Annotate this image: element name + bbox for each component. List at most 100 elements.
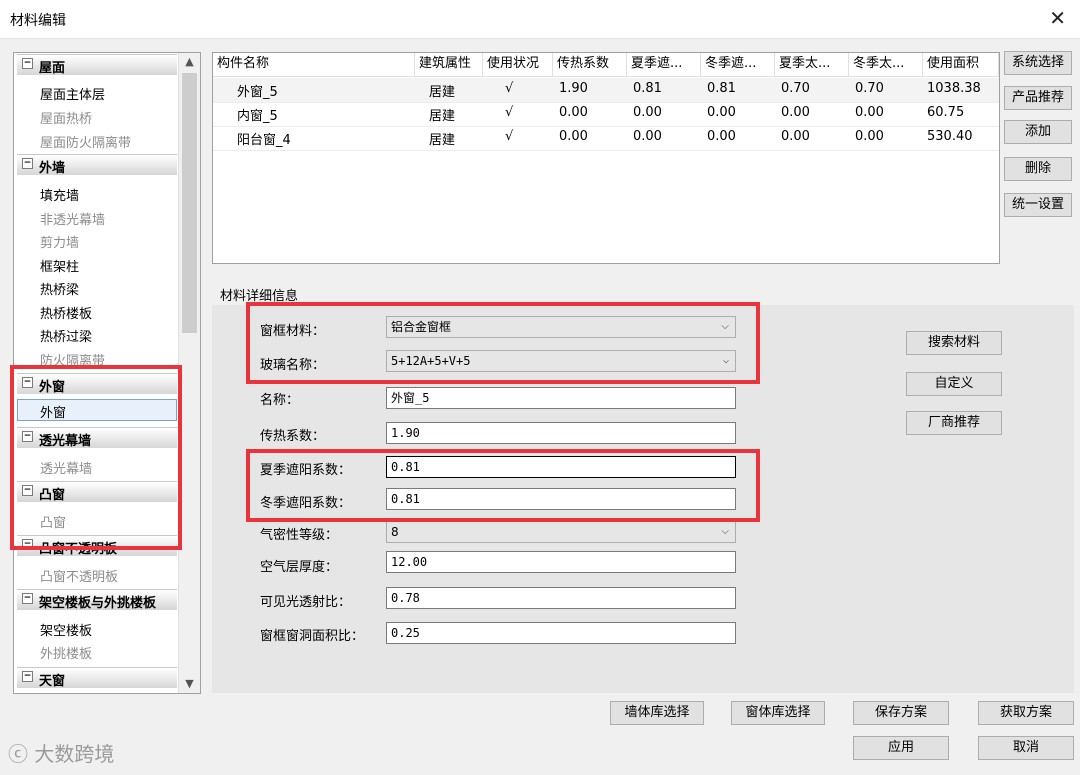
group-skylight[interactable]: − 天窗 bbox=[17, 667, 177, 689]
table-row[interactable]: 阳台窗_4 居建 √ 0.00 0.00 0.00 0.00 0.00 530.… bbox=[213, 126, 999, 151]
tree-item[interactable]: 热桥过梁 bbox=[40, 326, 92, 345]
winter-shade-label: 冬季遮阳系数： bbox=[260, 496, 352, 511]
group-bay-window[interactable]: − 凸窗 bbox=[17, 481, 177, 503]
frame-material-value: 铝合金窗框 bbox=[391, 320, 452, 334]
tree-item[interactable]: 外挑楼板 bbox=[40, 643, 92, 662]
product-recommend-button[interactable]: 产品推荐 bbox=[1004, 86, 1072, 110]
collapse-icon[interactable]: − bbox=[22, 593, 33, 604]
apply-button[interactable]: 应用 bbox=[853, 736, 949, 760]
cell-name: 内窗_5 bbox=[237, 109, 278, 124]
collapse-icon[interactable]: − bbox=[22, 431, 33, 442]
system-select-button[interactable]: 系统选择 bbox=[1004, 51, 1072, 75]
delete-button[interactable]: 删除 bbox=[1004, 157, 1072, 181]
add-button[interactable]: 添加 bbox=[1004, 120, 1072, 144]
tree-item[interactable]: 热桥楼板 bbox=[40, 303, 92, 322]
column-header[interactable]: 夏季遮... bbox=[627, 53, 701, 77]
column-header[interactable]: 冬季遮... bbox=[701, 53, 775, 77]
cell-name: 外窗_5 bbox=[237, 85, 278, 100]
tree-item[interactable]: 框架柱 bbox=[40, 256, 79, 275]
cell-summer-solar: 0.70 bbox=[781, 81, 810, 96]
column-header[interactable]: 使用状况 bbox=[483, 53, 553, 77]
column-header[interactable]: 冬季太... bbox=[849, 53, 923, 77]
get-plan-button[interactable]: 获取方案 bbox=[978, 701, 1074, 725]
scroll-up-icon[interactable]: ▲ bbox=[179, 53, 200, 71]
tree-item[interactable]: 凸窗 bbox=[40, 512, 66, 531]
frame-ratio-field[interactable]: 0.25 bbox=[386, 622, 736, 644]
group-label: 透光幕墙 bbox=[39, 434, 92, 449]
chevron-down-icon: ⌵ bbox=[721, 526, 729, 537]
tree-item-label: 外窗 bbox=[40, 406, 67, 421]
cell-u: 0.00 bbox=[559, 105, 588, 120]
collapse-icon[interactable]: − bbox=[22, 377, 33, 388]
tree-scrollbar[interactable]: ▲ ▼ bbox=[178, 53, 200, 693]
cell-status: √ bbox=[505, 81, 514, 96]
scroll-thumb[interactable] bbox=[182, 73, 197, 333]
summer-shade-field[interactable]: 0.81 bbox=[386, 456, 736, 478]
tree-item[interactable]: 凸窗不透明板 bbox=[40, 566, 118, 585]
unified-settings-button[interactable]: 统一设置 bbox=[1004, 193, 1072, 217]
tree-item[interactable]: 架空楼板 bbox=[40, 620, 92, 639]
winter-shade-field[interactable]: 0.81 bbox=[386, 488, 736, 510]
search-material-button[interactable]: 搜索材料 bbox=[906, 331, 1002, 355]
tree-item[interactable]: 防火隔离带 bbox=[40, 350, 105, 369]
collapse-icon[interactable]: − bbox=[22, 671, 33, 682]
group-label: 外墙 bbox=[39, 161, 66, 176]
cell-status: √ bbox=[505, 129, 514, 144]
group-window[interactable]: − 外窗 bbox=[17, 373, 177, 395]
air-layer-field[interactable]: 12.00 bbox=[386, 551, 736, 573]
tree-item-selected[interactable]: 外窗 bbox=[17, 399, 177, 421]
group-label: 凸窗 bbox=[39, 488, 66, 503]
component-table: 构件名称 建筑属性 使用状况 传热系数 夏季遮... 冬季遮... 夏季太...… bbox=[212, 52, 1000, 264]
frame-material-select[interactable]: 铝合金窗框 ⌵ bbox=[386, 316, 736, 338]
close-icon[interactable]: ✕ bbox=[1049, 6, 1066, 30]
table-row[interactable]: 外窗_5 居建 √ 1.90 0.81 0.81 0.70 0.70 1038.… bbox=[213, 78, 999, 103]
collapse-icon[interactable]: − bbox=[22, 539, 33, 550]
tree-item[interactable]: 非透光幕墙 bbox=[40, 209, 105, 228]
group-roof[interactable]: − 屋面 bbox=[17, 54, 177, 76]
visible-transmittance-field[interactable]: 0.78 bbox=[386, 587, 736, 609]
tree-item[interactable]: 屋面防火隔离带 bbox=[40, 132, 131, 151]
collapse-icon[interactable]: − bbox=[22, 485, 33, 496]
tree-item[interactable]: 屋面主体层 bbox=[40, 84, 105, 103]
group-label: 外窗 bbox=[39, 380, 66, 395]
category-tree: − 屋面 屋面主体层 屋面热桥 屋面防火隔离带 − 外墙 填充墙 非透光幕墙 剪力墙… bbox=[13, 52, 201, 694]
group-bay-panel[interactable]: − 凸窗不透明板 bbox=[17, 535, 177, 557]
group-overhang-floor[interactable]: − 架空楼板与外挑楼板 bbox=[17, 589, 177, 611]
cell-winter-shade: 0.81 bbox=[707, 81, 736, 96]
name-field[interactable]: 外窗_5 bbox=[386, 387, 736, 409]
frame-material-label: 窗框材料： bbox=[260, 324, 326, 339]
vendor-recommend-button[interactable]: 厂商推荐 bbox=[906, 411, 1002, 435]
table-row[interactable]: 内窗_5 居建 √ 0.00 0.00 0.00 0.00 0.00 60.75 bbox=[213, 102, 999, 127]
airtight-select[interactable]: 8 ⌵ bbox=[386, 521, 736, 543]
collapse-icon[interactable]: − bbox=[22, 58, 33, 69]
group-wall[interactable]: − 外墙 bbox=[17, 154, 177, 176]
save-plan-button[interactable]: 保存方案 bbox=[853, 701, 949, 725]
name-label: 名称： bbox=[260, 393, 300, 408]
tree-item[interactable]: 屋面热桥 bbox=[40, 108, 92, 127]
collapse-icon[interactable]: − bbox=[22, 158, 33, 169]
column-header[interactable]: 夏季太... bbox=[775, 53, 849, 77]
window-library-button[interactable]: 窗体库选择 bbox=[731, 701, 825, 725]
cell-summer-shade: 0.00 bbox=[633, 129, 662, 144]
glass-select[interactable]: 5+12A+5+V+5 ⌵ bbox=[386, 350, 736, 372]
u-field[interactable]: 1.90 bbox=[386, 422, 736, 444]
airtight-label: 气密性等级： bbox=[260, 528, 339, 543]
tree-item[interactable]: 填充墙 bbox=[40, 185, 79, 204]
column-header[interactable]: 传热系数 bbox=[553, 53, 627, 77]
cell-attr: 居建 bbox=[429, 133, 456, 148]
wall-library-button[interactable]: 墙体库选择 bbox=[610, 701, 704, 725]
watermark-logo: ⓒ 大数跨境 bbox=[8, 738, 114, 767]
column-header[interactable]: 使用面积 bbox=[923, 53, 999, 77]
cancel-button[interactable]: 取消 bbox=[978, 736, 1074, 760]
cell-area: 530.40 bbox=[927, 129, 973, 144]
tree-item[interactable]: 透光幕墙 bbox=[40, 458, 92, 477]
tree-item[interactable]: 剪力墙 bbox=[40, 232, 79, 251]
category-list: − 屋面 屋面主体层 屋面热桥 屋面防火隔离带 − 外墙 填充墙 非透光幕墙 剪力墙… bbox=[14, 53, 178, 693]
title-bar: 材料编辑 ✕ bbox=[0, 0, 1080, 39]
column-header[interactable]: 建筑属性 bbox=[415, 53, 483, 77]
scroll-down-icon[interactable]: ▼ bbox=[179, 675, 200, 693]
custom-button[interactable]: 自定义 bbox=[906, 372, 1002, 396]
tree-item[interactable]: 热桥梁 bbox=[40, 279, 79, 298]
group-curtain-wall[interactable]: − 透光幕墙 bbox=[17, 427, 177, 449]
column-header[interactable]: 构件名称 bbox=[213, 53, 415, 77]
